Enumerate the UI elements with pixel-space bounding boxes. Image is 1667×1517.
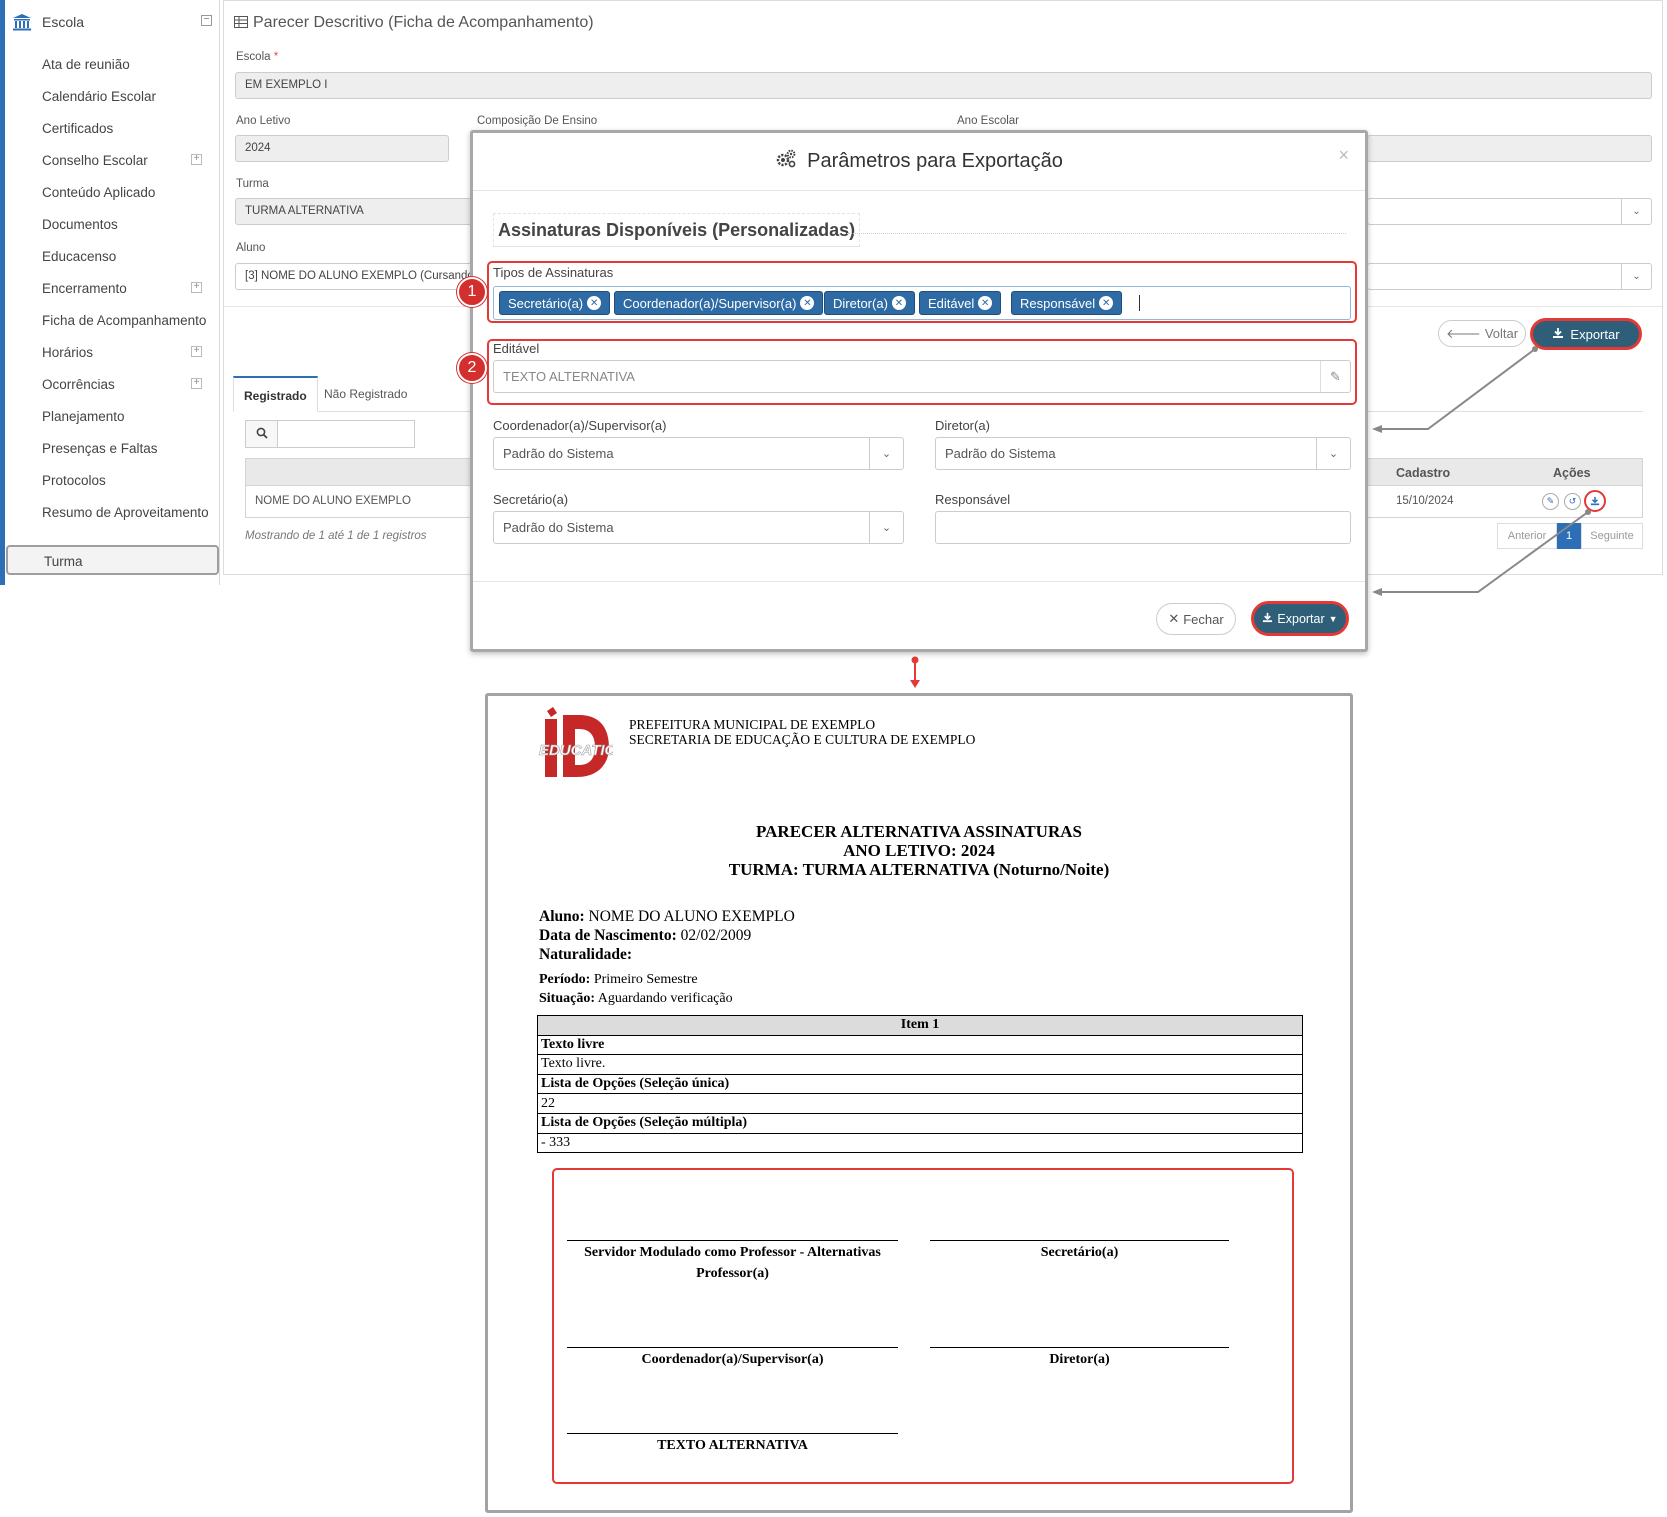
tag-responsavel[interactable]: Responsável ✕: [1011, 291, 1123, 315]
modal-footer-divider: [473, 581, 1365, 582]
sig-line: [567, 1347, 898, 1348]
diretor-select[interactable]: Padrão do Sistema ⌄: [935, 437, 1351, 470]
sig-line: [930, 1240, 1229, 1241]
callout-badge-2: 2: [457, 353, 487, 383]
secretario-value: Padrão do Sistema: [503, 520, 614, 535]
doc-nascimento: Data de Nascimento: 02/02/2009: [539, 927, 752, 944]
sig-line: [930, 1347, 1229, 1348]
section-title: Assinaturas Disponíveis (Personalizadas): [493, 213, 861, 247]
editavel-label: Editável: [493, 341, 540, 356]
doc-table-cell: Lista de Opções (Seleção múltipla): [537, 1112, 1303, 1134]
chevron-down-icon: ⌄: [869, 512, 903, 543]
modal-title-text: Parâmetros para Exportação: [807, 150, 1063, 172]
chevron-down-icon: ⌄: [869, 438, 903, 469]
doc-table-header: Item 1: [537, 1015, 1303, 1036]
edit-icon[interactable]: ✎: [1320, 361, 1350, 392]
sig-line: [567, 1433, 898, 1434]
doc-table-cell: Texto livre.: [537, 1054, 1303, 1075]
remove-tag-icon[interactable]: ✕: [1099, 296, 1114, 310]
doc-situacao: Situação: Aguardando verificação: [539, 991, 733, 1006]
tag-editavel[interactable]: Editável ✕: [919, 291, 1002, 315]
doc-table-cell: 22: [537, 1093, 1303, 1114]
secretario-select[interactable]: Padrão do Sistema ⌄: [493, 511, 904, 544]
fechar-label: Fechar: [1183, 611, 1224, 627]
responsavel-input[interactable]: [935, 511, 1351, 544]
tag-coordenador[interactable]: Coordenador(a)/Supervisor(a) ✕: [614, 291, 824, 315]
sig-secretario: Secretário(a): [1040, 1245, 1119, 1260]
tipos-label: Tipos de Assinaturas: [493, 265, 614, 280]
remove-tag-icon[interactable]: ✕: [587, 296, 602, 310]
doc-table-cell: Lista de Opções (Seleção única): [537, 1073, 1303, 1095]
doc-table-cell: Texto livre: [537, 1034, 1303, 1056]
doc-naturalidade: Naturalidade:: [539, 946, 632, 963]
section-divider: [847, 233, 1346, 234]
coord-label: Coordenador(a)/Supervisor(a): [493, 418, 667, 433]
export-modal: Parâmetros para Exportação × Assinaturas…: [457, 130, 1368, 652]
sig-professor: Servidor Modulado como Professor - Alter…: [584, 1245, 881, 1281]
remove-tag-icon[interactable]: ✕: [978, 296, 993, 310]
remove-tag-icon[interactable]: ✕: [800, 296, 815, 310]
callout-badge-1: 1: [457, 277, 487, 307]
sig-editavel: TEXTO ALTERNATIVA: [657, 1438, 808, 1453]
editavel-input[interactable]: TEXTO ALTERNATIVA ✎: [493, 360, 1351, 393]
secretario-label: Secretário(a): [493, 492, 569, 507]
sig-diretor: Diretor(a): [1049, 1352, 1110, 1367]
editavel-value: TEXTO ALTERNATIVA: [503, 369, 635, 384]
coord-value: Padrão do Sistema: [503, 446, 614, 461]
doc-item-table: Item 1 Texto livre Texto livre. Lista de…: [537, 1015, 1303, 1154]
document-preview: EDUCATION PREFEITURA MUNICIPAL DE EXEMPL…: [485, 693, 1353, 1513]
diretor-value: Padrão do Sistema: [945, 446, 1056, 461]
doc-header-line2: SECRETARIA DE EDUCAÇÃO E CULTURA DE EXEM…: [629, 732, 976, 747]
modal-title: Parâmetros para Exportação: [473, 133, 1365, 191]
close-icon[interactable]: ×: [1338, 145, 1349, 166]
caret-down-icon: ▼: [1328, 613, 1338, 624]
doc-periodo: Período: Primeiro Semestre: [539, 972, 698, 987]
tag-diretor[interactable]: Diretor(a) ✕: [824, 291, 915, 315]
coord-select[interactable]: Padrão do Sistema ⌄: [493, 437, 904, 470]
exportar-dropdown-button[interactable]: Exportar ▼: [1251, 601, 1349, 636]
doc-title-1: PARECER ALTERNATIVA ASSINATURAS: [756, 822, 1082, 841]
close-icon: ✕: [1168, 611, 1180, 626]
remove-tag-icon[interactable]: ✕: [891, 296, 906, 310]
doc-title-3: TURMA: TURMA ALTERNATIVA (Noturno/Noite): [728, 860, 1110, 879]
chevron-down-icon: ⌄: [1316, 438, 1350, 469]
doc-table-cell: - 333: [537, 1132, 1303, 1154]
tipos-input[interactable]: Secretário(a) ✕ Coordenador(a)/Supervisor…: [493, 286, 1351, 320]
sig-line: [567, 1240, 898, 1241]
tag-secretario[interactable]: Secretário(a) ✕: [499, 291, 611, 315]
doc-title-2: ANO LETIVO: 2024: [843, 841, 995, 860]
sig-coordenador: Coordenador(a)/Supervisor(a): [641, 1352, 824, 1367]
doc-aluno: Aluno: NOME DO ALUNO EXEMPLO: [539, 908, 795, 925]
fechar-button[interactable]: ✕ Fechar: [1156, 603, 1236, 635]
text-cursor: [1139, 295, 1140, 311]
gears-icon: [775, 149, 797, 175]
education-logo: EDUCATION: [539, 705, 629, 781]
svg-text:EDUCATION: EDUCATION: [539, 742, 613, 759]
responsavel-label: Responsável: [935, 492, 1011, 507]
download-icon: [1262, 612, 1273, 626]
doc-header-line1: PREFEITURA MUNICIPAL DE EXEMPLO: [629, 717, 876, 732]
exportar-label: Exportar: [1277, 611, 1325, 626]
diretor-label: Diretor(a): [935, 418, 990, 433]
